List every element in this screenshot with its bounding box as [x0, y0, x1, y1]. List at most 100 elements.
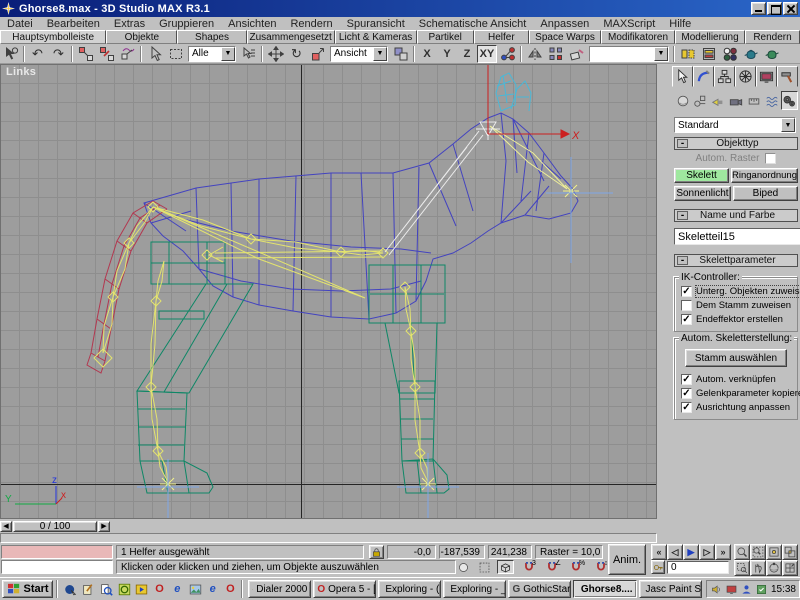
dropdown-arrow-icon[interactable]: ▼: [221, 47, 235, 61]
menu-spuransicht[interactable]: Spuransicht: [340, 18, 412, 30]
mirror-icon[interactable]: [524, 45, 545, 63]
min-max-toggle-icon[interactable]: [782, 560, 798, 576]
task-exploring-2[interactable]: Exploring - _...: [443, 580, 506, 598]
restrict-x-button[interactable]: X: [417, 45, 437, 63]
task-dialer-2000[interactable]: Dialer 2000: [248, 580, 311, 598]
percent-snap-icon[interactable]: %: [569, 560, 586, 574]
maxscript-mini-listener-white[interactable]: [1, 560, 113, 574]
tab-helfer[interactable]: Helfer: [474, 30, 529, 44]
quicklaunch-imaging-icon[interactable]: [187, 581, 203, 597]
tab-space-warps[interactable]: Space Warps: [529, 30, 601, 44]
task-exploring-f[interactable]: Exploring - (F:): [378, 580, 441, 598]
tab-hauptsymbolleiste[interactable]: Hauptsymbolleiste: [0, 30, 106, 44]
close-button[interactable]: [783, 2, 798, 15]
restrict-xy-plane-button[interactable]: XY: [477, 45, 497, 63]
arc-rotate-icon[interactable]: [766, 560, 782, 576]
snap-toggle-icon[interactable]: 3: [521, 560, 538, 574]
sonnenlicht-button[interactable]: Sonnenlicht: [674, 186, 731, 201]
go-to-end-button[interactable]: »: [715, 544, 731, 560]
quicklaunch-ie2-icon[interactable]: e: [205, 581, 221, 597]
tab-licht-kameras[interactable]: Licht & Kameras: [335, 30, 417, 44]
system-type-dropdown[interactable]: Standard▼: [674, 117, 796, 133]
undo-icon[interactable]: ↶: [27, 45, 48, 63]
menu-extras[interactable]: Extras: [107, 18, 152, 30]
chk-verknuepfen-label[interactable]: Autom. verknüpfen: [696, 374, 776, 385]
tray-volume-icon[interactable]: [710, 583, 723, 596]
dropdown-arrow-icon[interactable]: ▼: [654, 47, 668, 61]
snap-3d-cube-icon[interactable]: [497, 560, 514, 574]
tab-shapes[interactable]: Shapes: [177, 30, 246, 44]
quicklaunch-ie-icon[interactable]: e: [169, 581, 185, 597]
previous-frame-button[interactable]: ◁: [667, 544, 683, 560]
select-object-icon[interactable]: [144, 45, 165, 63]
track-view-icon[interactable]: [677, 45, 698, 63]
tab-utilities-icon[interactable]: [777, 66, 798, 87]
tab-hierarchy-icon[interactable]: [714, 66, 735, 87]
angle-snap-icon[interactable]: ∠: [545, 560, 562, 574]
menu-bearbeiten[interactable]: Bearbeiten: [40, 18, 107, 30]
bind-to-spacewarp-icon[interactable]: [117, 45, 138, 63]
render-scene-teapot-icon[interactable]: [740, 45, 761, 63]
selection-lock-icon[interactable]: [369, 545, 384, 559]
region-zoom-icon[interactable]: [734, 560, 750, 576]
autogrid-checkbox[interactable]: [765, 153, 776, 164]
menu-rendern[interactable]: Rendern: [283, 18, 339, 30]
go-to-start-button[interactable]: «: [651, 544, 667, 560]
pan-hand-icon[interactable]: [750, 560, 766, 576]
rollout-objekttyp[interactable]: -Objekttyp: [674, 137, 798, 150]
start-button[interactable]: Start: [2, 580, 53, 598]
task-jasc-paint[interactable]: Jasc Paint S...: [639, 580, 702, 598]
menu-anpassen[interactable]: Anpassen: [533, 18, 596, 30]
ik-toggle-icon[interactable]: [497, 45, 518, 63]
animate-button[interactable]: Anim.: [608, 544, 646, 575]
menu-schematische-ansicht[interactable]: Schematische Ansicht: [412, 18, 534, 30]
restrict-y-button[interactable]: Y: [437, 45, 457, 63]
unlink-icon[interactable]: [96, 45, 117, 63]
dropdown-arrow-icon[interactable]: ▼: [373, 47, 387, 61]
restrict-z-button[interactable]: Z: [457, 45, 477, 63]
quicklaunch-opera2-icon[interactable]: O: [223, 581, 239, 597]
checkbox-checked[interactable]: ✓: [681, 314, 692, 325]
quicklaunch-sync-icon[interactable]: [116, 581, 132, 597]
frame-back-button[interactable]: ◀: [0, 521, 12, 532]
category-spacewarps-icon[interactable]: [763, 91, 780, 110]
tab-zusammengesetzt[interactable]: Zusammengesetzt: [247, 30, 335, 44]
menu-maxscript[interactable]: MAXScript: [596, 18, 662, 30]
rollout-name-farbe[interactable]: -Name und Farbe: [674, 209, 798, 222]
reference-coordinate-dropdown[interactable]: Ansicht▼: [330, 46, 388, 62]
tray-user-icon[interactable]: [740, 583, 753, 596]
selection-filter-dropdown[interactable]: Alle▼: [188, 46, 236, 62]
menu-datei[interactable]: Datei: [0, 18, 40, 30]
viewport-label[interactable]: Links: [6, 66, 36, 78]
quick-render-teapot-icon[interactable]: [761, 45, 782, 63]
track-bar[interactable]: [0, 533, 657, 543]
collapse-icon[interactable]: -: [677, 211, 688, 220]
menu-ansichten[interactable]: Ansichten: [221, 18, 283, 30]
category-helpers-icon[interactable]: [745, 91, 762, 110]
zoom-extents-icon[interactable]: [766, 544, 782, 560]
dropdown-arrow-icon[interactable]: ▼: [781, 118, 795, 132]
named-selection-sets-dropdown[interactable]: ▼: [589, 46, 669, 62]
help-mode-icon[interactable]: [0, 45, 21, 63]
quicklaunch-notes-icon[interactable]: [81, 581, 97, 597]
collapse-icon[interactable]: -: [677, 256, 688, 265]
task-gothicstarter[interactable]: GGothicStarter...: [508, 580, 571, 598]
select-by-name-icon[interactable]: [238, 45, 259, 63]
chk-ausrichtung-label[interactable]: Ausrichtung anpassen: [696, 402, 790, 413]
tab-display-icon[interactable]: [756, 66, 777, 87]
title-bar[interactable]: Ghorse8.max - 3D Studio MAX R3.1: [0, 0, 800, 17]
checkbox-checked[interactable]: ✓: [681, 388, 692, 399]
chk-stamm-label[interactable]: Dem Stamm zuweisen: [696, 300, 791, 311]
collapse-icon[interactable]: -: [677, 139, 688, 148]
checkbox-checked[interactable]: ✓: [681, 286, 692, 297]
scale-icon[interactable]: [307, 45, 328, 63]
quicklaunch-mediaplayer-icon[interactable]: [134, 581, 150, 597]
zoom-icon[interactable]: [734, 544, 750, 560]
time-slider-handle[interactable]: 0 / 100: [13, 521, 97, 532]
tab-modify-icon[interactable]: [693, 66, 714, 87]
schematic-view-icon[interactable]: [698, 45, 719, 63]
selection-region-mode-icon[interactable]: [476, 560, 493, 574]
maximize-button[interactable]: [767, 2, 782, 15]
stamm-auswaehlen-button[interactable]: Stamm auswählen: [685, 349, 787, 367]
zoom-all-icon[interactable]: [750, 544, 766, 560]
